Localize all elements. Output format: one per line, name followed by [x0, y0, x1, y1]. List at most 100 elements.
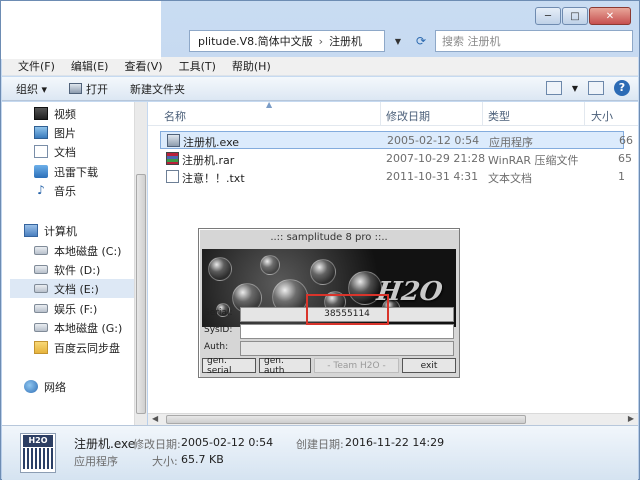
menu-bar: 文件(F) 编辑(E) 查看(V) 工具(T) 帮助(H) — [2, 57, 638, 76]
menu-view[interactable]: 查看(V) — [116, 58, 170, 74]
new-folder-button[interactable]: 新建文件夹 — [130, 81, 185, 97]
pictures-icon — [34, 126, 48, 139]
column-divider[interactable] — [380, 102, 381, 126]
sidebar-item-network[interactable]: 网络 — [24, 377, 66, 396]
menu-file[interactable]: 文件(F) — [10, 58, 63, 74]
sidebar-item-videos[interactable]: 视频 — [34, 104, 76, 123]
close-button[interactable]: ✕ — [589, 7, 631, 25]
sidebar-item-label: 图片 — [54, 126, 76, 140]
details-size-label: 大小: — [152, 455, 178, 468]
sidebar-item-label: 软件 (D:) — [54, 263, 101, 277]
file-row[interactable]: 注册机.exe 2005-02-12 0:54 应用程序 66 — [160, 131, 633, 149]
gen-auth-button[interactable]: gen. auth — [259, 356, 311, 376]
file-type: 文本文档 — [488, 172, 532, 185]
column-name[interactable]: 名称 — [164, 108, 186, 124]
sidebar-item-documents[interactable]: 文档 — [34, 142, 76, 161]
column-size[interactable]: 大小 — [591, 108, 613, 124]
sidebar-item-drive-c[interactable]: 本地磁盘 (C:) — [34, 241, 121, 260]
sidebar-item-label: 视频 — [54, 107, 76, 121]
sidebar-item-downloads[interactable]: 迅雷下载 — [34, 162, 98, 181]
file-type: 应用程序 — [489, 136, 533, 149]
computer-icon — [24, 224, 38, 237]
video-icon — [34, 107, 48, 120]
sidebar-item-music[interactable]: ♪ 音乐 — [34, 181, 76, 200]
sidebar-item-computer[interactable]: 计算机 — [24, 221, 77, 240]
scroll-right-icon[interactable]: ▶ — [628, 414, 634, 423]
column-type[interactable]: 类型 — [488, 108, 510, 124]
sidebar-item-drive-g[interactable]: 本地磁盘 (G:) — [34, 318, 122, 337]
details-created-value: 2016-11-22 14:29 — [345, 436, 445, 449]
h2o-icon-label: H2O — [23, 435, 53, 447]
download-icon — [34, 165, 48, 178]
details-modified-value: 2005-02-12 0:54 — [181, 436, 274, 449]
sysid-field: SysID: — [204, 324, 454, 339]
sidebar-item-drive-e[interactable]: 文档 (E:) — [10, 279, 134, 298]
organize-button[interactable]: 组织 ▾ — [16, 81, 47, 97]
file-modified: 2005-02-12 0:54 — [387, 134, 480, 147]
caption-buttons: ─ □ ✕ — [535, 7, 631, 25]
navigation-pane: 视频 图片 文档 迅雷下载 ♪ 音乐 计算机 本地磁盘 (C:) 软件 (D:) … — [2, 102, 147, 425]
menu-tools[interactable]: 工具(T) — [171, 58, 224, 74]
column-divider[interactable] — [584, 102, 585, 126]
details-modified-label: 修改日期: — [133, 438, 181, 451]
maximize-button[interactable]: □ — [562, 7, 588, 25]
auth-label: Auth: — [204, 342, 229, 352]
horizontal-scrollbar[interactable]: ◀ ▶ — [148, 413, 638, 425]
sidebar-item-label: 百度云同步盘 — [54, 341, 120, 355]
scrollbar-thumb[interactable] — [136, 174, 146, 414]
refresh-icon[interactable]: ⟳ — [411, 30, 431, 52]
column-divider[interactable] — [482, 102, 483, 126]
breadcrumb-current[interactable]: 注册机 — [329, 33, 362, 49]
preview-pane-icon[interactable] — [588, 81, 604, 95]
explorer-window: ─ □ ✕ ◀ ▶ plitude.V8.简体中文版 › 注册机 ▼ ⟳ 搜索 … — [0, 0, 640, 480]
menu-help[interactable]: 帮助(H) — [224, 58, 279, 74]
open-button[interactable]: 打开 — [69, 81, 108, 97]
waveform-icon — [23, 448, 53, 469]
scroll-left-icon[interactable]: ◀ — [152, 414, 158, 423]
scrollbar-thumb[interactable] — [166, 415, 526, 424]
exit-button[interactable]: exit — [402, 358, 456, 373]
navigation-scrollbar[interactable] — [134, 102, 147, 425]
auth-input[interactable] — [240, 341, 454, 356]
drive-icon — [34, 246, 48, 255]
breadcrumb-separator-icon[interactable]: › — [319, 35, 323, 48]
search-input[interactable]: 搜索 注册机 — [435, 30, 633, 52]
file-size: 66 — [619, 134, 633, 147]
serial-label: Serial: — [204, 308, 233, 318]
sidebar-item-drive-d[interactable]: 软件 (D:) — [34, 260, 100, 279]
details-filename: 注册机.exe — [74, 437, 136, 451]
help-icon[interactable]: ? — [614, 80, 630, 96]
bubble-graphic — [260, 255, 280, 275]
file-size: 65 — [618, 152, 632, 165]
music-icon: ♪ — [37, 183, 45, 197]
address-dropdown-icon[interactable]: ▼ — [389, 30, 407, 52]
open-icon — [69, 83, 83, 94]
command-bar: 组织 ▾ 打开 新建文件夹 ▼ ? — [2, 77, 638, 101]
sidebar-item-baidu-sync[interactable]: 百度云同步盘 — [34, 338, 120, 357]
file-row[interactable]: 注意！！.txt 2011-10-31 4:31 文本文档 1 — [160, 168, 625, 186]
view-dropdown-icon[interactable]: ▼ — [572, 84, 578, 93]
file-row[interactable]: 注册机.rar 2007-10-29 21:28 WinRAR 压缩文件 65 — [160, 150, 632, 168]
details-size-value: 65.7 KB — [181, 453, 224, 466]
menu-edit[interactable]: 编辑(E) — [63, 58, 117, 74]
organize-label: 组织 ▾ — [16, 82, 48, 96]
sidebar-item-label: 音乐 — [54, 184, 76, 198]
breadcrumb-parent[interactable]: plitude.V8.简体中文版 — [198, 33, 313, 49]
rar-file-icon — [166, 152, 179, 165]
details-created-label: 创建日期: — [296, 438, 344, 451]
sidebar-item-drive-f[interactable]: 娱乐 (F:) — [34, 299, 97, 318]
sysid-input[interactable] — [240, 324, 454, 339]
details-pane: H2O 注册机.exe 修改日期: 2005-02-12 0:54 创建日期: … — [2, 425, 638, 480]
minimize-button[interactable]: ─ — [535, 7, 561, 25]
serial-highlight-box — [306, 294, 389, 325]
address-bar[interactable]: plitude.V8.简体中文版 › 注册机 — [189, 30, 385, 52]
sort-up-icon: ▲ — [266, 100, 273, 109]
gen-serial-button[interactable]: gen. serial — [202, 356, 256, 376]
sidebar-item-label: 本地磁盘 (G:) — [54, 321, 123, 335]
sidebar-item-pictures[interactable]: 图片 — [34, 123, 76, 142]
view-controls: ▼ ? — [545, 80, 630, 96]
column-modified[interactable]: 修改日期 — [386, 108, 430, 124]
open-label: 打开 — [86, 82, 109, 96]
view-options-icon[interactable] — [545, 81, 562, 95]
sidebar-item-label: 文档 (E:) — [54, 282, 99, 296]
